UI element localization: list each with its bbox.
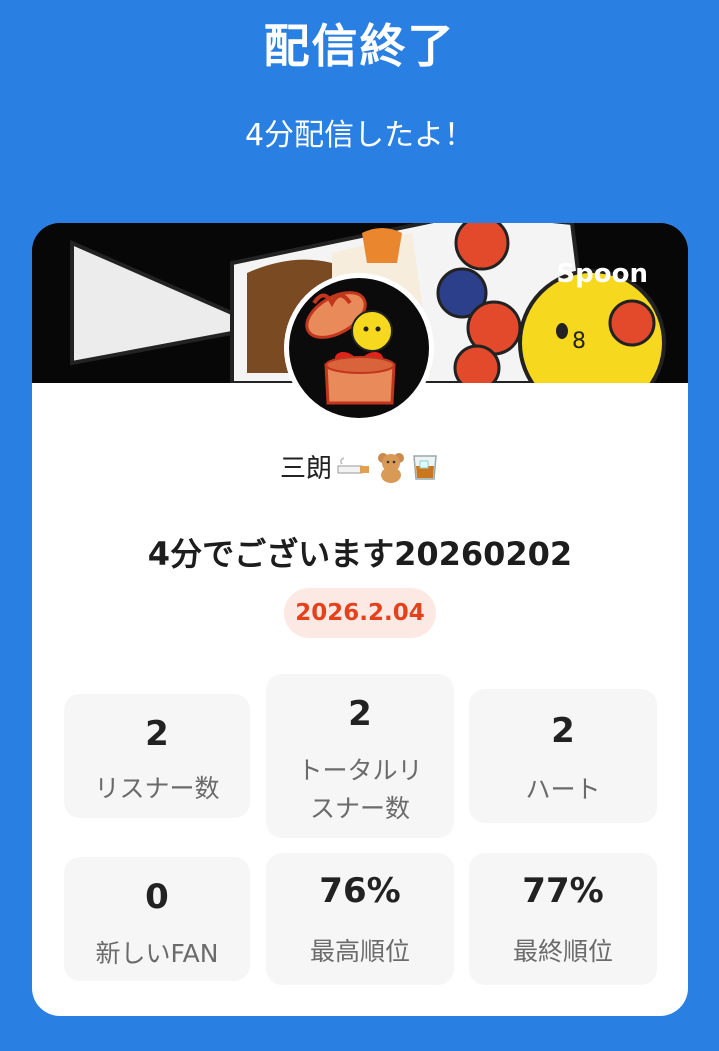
stat-value: 0 bbox=[145, 877, 169, 917]
teddy-bear-icon bbox=[378, 452, 404, 483]
stat-value: 2 bbox=[145, 714, 169, 754]
stat-label: 新しいFAN bbox=[95, 939, 219, 968]
live-title: 4分でございます20260202 bbox=[147, 535, 573, 573]
stat-label: ハート bbox=[525, 775, 601, 804]
stat-hearts: 2 ハート bbox=[469, 689, 657, 823]
stat-value: 77% bbox=[522, 871, 604, 911]
stat-value: 76% bbox=[319, 871, 401, 911]
stat-label: 最高順位 bbox=[309, 937, 410, 966]
gift-box-avatar-icon bbox=[284, 273, 434, 423]
page-title: 配信終了 bbox=[263, 19, 456, 73]
svg-text:8: 8 bbox=[572, 329, 586, 354]
broadcast-summary-card: 8 Spoon 三朗 4分でございます20260202 2026.2.04 2 … bbox=[32, 223, 688, 1016]
stat-label: 最終順位 bbox=[512, 937, 613, 966]
stat-total-listeners: 2 トータルリスナー数 bbox=[266, 674, 454, 838]
stat-new-fans: 0 新しいFAN bbox=[64, 857, 250, 981]
username-text: 三朗 bbox=[279, 454, 332, 484]
stat-final-rank: 77% 最終順位 bbox=[469, 853, 657, 985]
stat-label: トータルリスナー数 bbox=[297, 756, 423, 823]
stat-value: 2 bbox=[348, 694, 372, 734]
whisky-glass-icon bbox=[413, 454, 437, 480]
page-subtitle: 4分配信したよ！ bbox=[244, 118, 475, 153]
stat-listeners: 2 リスナー数 bbox=[64, 694, 250, 818]
avatar[interactable] bbox=[284, 273, 434, 423]
stat-label: リスナー数 bbox=[94, 774, 220, 803]
streamer-name: 三朗 bbox=[32, 448, 688, 485]
spoon-logo: Spoon bbox=[556, 259, 648, 289]
stat-best-rank: 76% 最高順位 bbox=[266, 853, 454, 985]
date-badge: 2026.2.04 bbox=[284, 588, 436, 638]
cigarette-icon bbox=[337, 456, 369, 473]
stat-value: 2 bbox=[551, 711, 575, 751]
